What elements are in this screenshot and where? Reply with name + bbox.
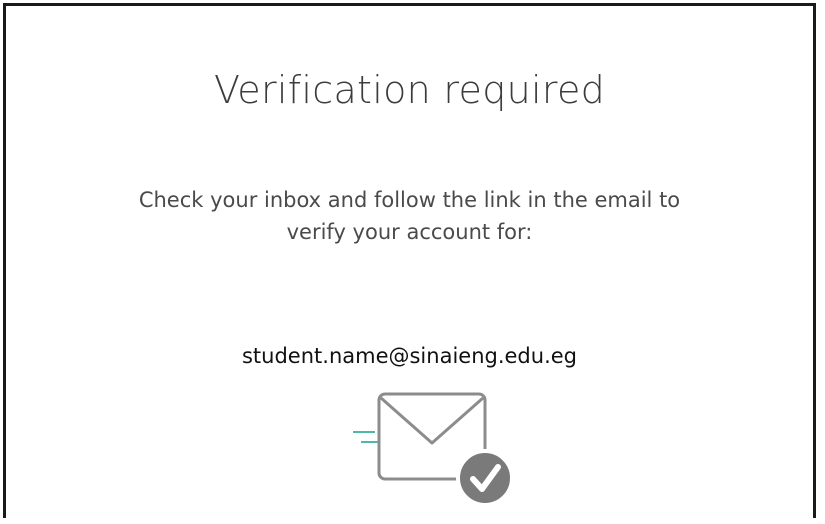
envelope-check-icon — [353, 392, 514, 507]
instruction-text: Check your inbox and follow the link in … — [6, 184, 813, 248]
check-badge — [456, 449, 514, 507]
account-email: student.name@sinaieng.edu.eg — [241, 344, 577, 368]
page-title: Verification required — [213, 68, 606, 112]
instruction-line-2: verify your account for: — [286, 220, 533, 244]
verification-dialog: Verification required Check your inbox a… — [3, 3, 816, 518]
instruction-line-1: Check your inbox and follow the link in … — [138, 188, 681, 212]
